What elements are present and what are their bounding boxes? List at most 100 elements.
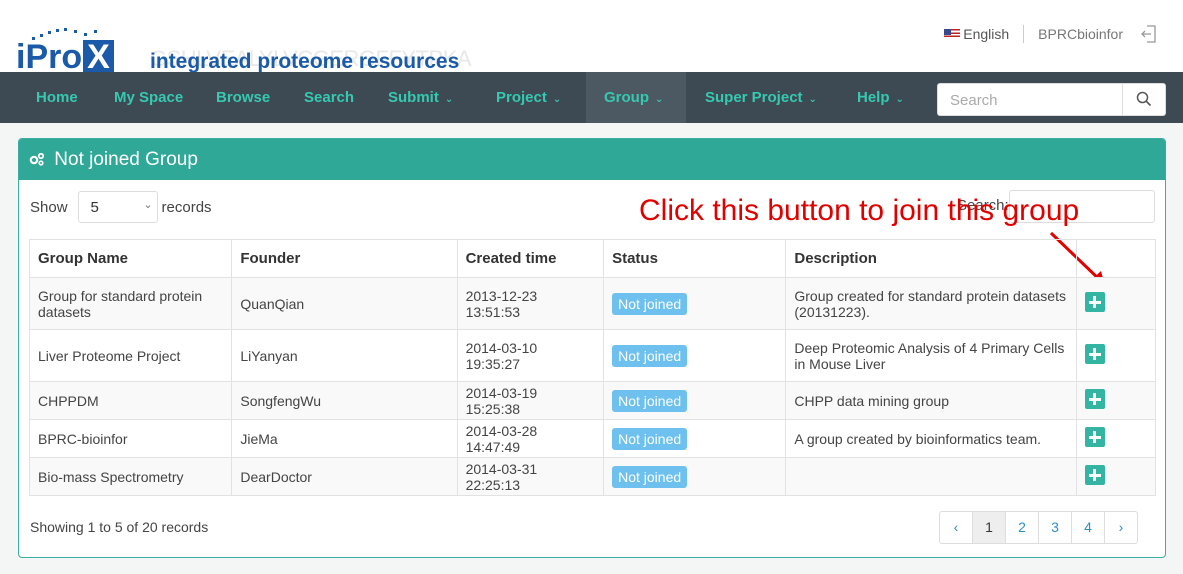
table-row: Bio-mass Spectrometry DearDoctor 2014-03…	[28, 457, 1156, 496]
chevron-down-icon: ⌄	[143, 199, 153, 211]
created-time: 2014-03-31 22:25:13	[456, 457, 605, 496]
nav-browse[interactable]: Browse	[216, 72, 270, 123]
status-badge: Not joined	[612, 292, 688, 315]
chevron-down-icon: ⌄	[552, 94, 562, 105]
records-info: Showing 1 to 5 of 20 records	[30, 519, 209, 535]
chevron-down-icon: ⌄	[655, 94, 664, 105]
status-badge: Not joined	[612, 427, 688, 450]
page-size-value: 5	[90, 199, 99, 216]
status-badge: Not joined	[612, 389, 688, 412]
logout-icon[interactable]	[1141, 25, 1157, 43]
cogs-icon	[29, 152, 45, 166]
description: CHPP data mining group	[785, 381, 1078, 420]
header: GSHLVEALYLVCGERGFFYTPKA iPro X integrated…	[0, 0, 1183, 74]
status-cell: Not joined	[603, 381, 787, 420]
created-time: 2014-03-28 14:47:49	[456, 419, 605, 458]
nav-search-input[interactable]	[948, 91, 1122, 110]
panel-header: Not joined Group	[19, 139, 1165, 180]
founder: JieMa	[231, 419, 458, 458]
not-joined-group-panel: Not joined Group Show 5 ⌄ records Search…	[18, 138, 1166, 558]
description: Group created for standard protein datas…	[785, 277, 1078, 330]
chevron-down-icon: ⌄	[895, 94, 904, 105]
table-row: Group for standard protein datasets Quan…	[28, 277, 1156, 330]
table-row: Liver Proteome Project LiYanyan 2014-03-…	[28, 329, 1156, 382]
logo-tagline: integrated proteome resources	[150, 50, 460, 73]
nav-project[interactable]: Project ⌄	[496, 72, 561, 123]
join-group-button[interactable]	[1085, 427, 1106, 447]
nav-search-box	[937, 83, 1166, 116]
join-group-button[interactable]	[1085, 344, 1106, 364]
founder: DearDoctor	[231, 457, 458, 496]
group-name: BPRC-bioinfor	[28, 419, 233, 458]
created-time: 2014-03-19 15:25:38	[456, 381, 605, 420]
table-header-row: Group Name Founder Created time Status D…	[28, 239, 1156, 278]
nav-help[interactable]: Help ⌄	[857, 72, 904, 123]
join-group-button[interactable]	[1085, 292, 1106, 312]
nav-search[interactable]: Search	[304, 72, 354, 123]
col-group-name[interactable]: Group Name	[28, 239, 233, 278]
page-button-1[interactable]: 1	[973, 512, 1006, 543]
group-name: Bio-mass Spectrometry	[28, 457, 233, 496]
description	[785, 457, 1078, 496]
group-name: Liver Proteome Project	[28, 329, 233, 382]
col-description[interactable]: Description	[785, 239, 1078, 278]
description: A group created by bioinformatics team.	[785, 419, 1078, 458]
nav-super-project[interactable]: Super Project ⌄	[705, 72, 817, 123]
col-founder[interactable]: Founder	[231, 239, 458, 278]
user-link[interactable]: BPRCbioinfor	[1038, 26, 1123, 42]
col-status[interactable]: Status	[603, 239, 787, 278]
main-navbar: Home My Space Browse Search Submit ⌄ Proj…	[0, 72, 1183, 123]
language-link[interactable]: English	[963, 26, 1009, 42]
created-time: 2013-12-23 13:51:53	[456, 277, 605, 330]
annotation-text: Click this button to join this group	[639, 194, 1080, 227]
table-row: CHPPDM SongfengWu 2014-03-19 15:25:38 No…	[28, 381, 1156, 420]
status-cell: Not joined	[603, 457, 787, 496]
table-row: BPRC-bioinfor JieMa 2014-03-28 14:47:49 …	[28, 419, 1156, 458]
page-size-control: Show 5 ⌄ records	[30, 191, 212, 223]
page-button-3[interactable]: 3	[1039, 512, 1072, 543]
logo-x: X	[83, 40, 114, 74]
chevron-down-icon: ⌄	[808, 94, 817, 105]
logo[interactable]: iPro X	[16, 40, 114, 74]
page-button-4[interactable]: 4	[1072, 512, 1105, 543]
status-badge: Not joined	[612, 344, 688, 367]
records-label: records	[161, 198, 212, 216]
action-cell	[1076, 419, 1156, 458]
status-cell: Not joined	[603, 329, 787, 382]
col-action	[1076, 239, 1156, 278]
chevron-down-icon: ⌄	[444, 94, 454, 105]
group-name: CHPPDM	[28, 381, 233, 420]
status-badge: Not joined	[612, 465, 688, 488]
pagination: ‹ 1 2 3 4 ›	[939, 511, 1138, 544]
action-cell	[1076, 457, 1156, 496]
action-cell	[1076, 329, 1156, 382]
nav-submit[interactable]: Submit ⌄	[388, 72, 453, 123]
founder: LiYanyan	[231, 329, 458, 382]
join-group-button[interactable]	[1085, 389, 1106, 409]
status-cell: Not joined	[603, 419, 787, 458]
status-cell: Not joined	[603, 277, 787, 330]
action-cell	[1076, 381, 1156, 420]
join-group-button[interactable]	[1085, 465, 1106, 485]
nav-my-space[interactable]: My Space	[114, 72, 183, 123]
nav-search-button[interactable]	[1122, 84, 1165, 115]
divider	[1023, 25, 1025, 43]
founder: SongfengWu	[231, 381, 458, 420]
search-icon	[1136, 91, 1152, 107]
page-size-select[interactable]: 5 ⌄	[77, 191, 158, 223]
created-time: 2014-03-10 19:35:27	[456, 329, 605, 382]
description: Deep Proteomic Analysis of 4 Primary Cel…	[785, 329, 1078, 382]
us-flag-icon	[944, 28, 961, 40]
action-cell	[1076, 277, 1156, 330]
nav-home[interactable]: Home	[36, 72, 78, 123]
page-button-2[interactable]: 2	[1006, 512, 1039, 543]
next-page-button[interactable]: ›	[1105, 512, 1137, 543]
logo-text: iPro	[16, 38, 83, 76]
panel-title: Not joined Group	[54, 149, 198, 170]
nav-group[interactable]: Group ⌄	[586, 72, 686, 123]
col-created-time[interactable]: Created time	[456, 239, 605, 278]
groups-table: Group Name Founder Created time Status D…	[28, 239, 1156, 496]
show-label: Show	[30, 198, 68, 216]
prev-page-button[interactable]: ‹	[940, 512, 973, 543]
top-right-bar: English BPRCbioinfor	[944, 25, 1157, 43]
